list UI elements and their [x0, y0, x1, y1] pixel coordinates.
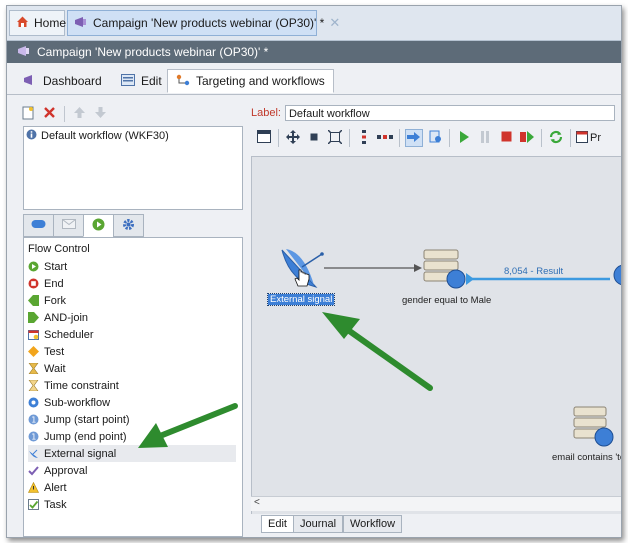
overlay-annotation: [138, 403, 238, 448]
annotation-arrow: [157, 403, 238, 439]
